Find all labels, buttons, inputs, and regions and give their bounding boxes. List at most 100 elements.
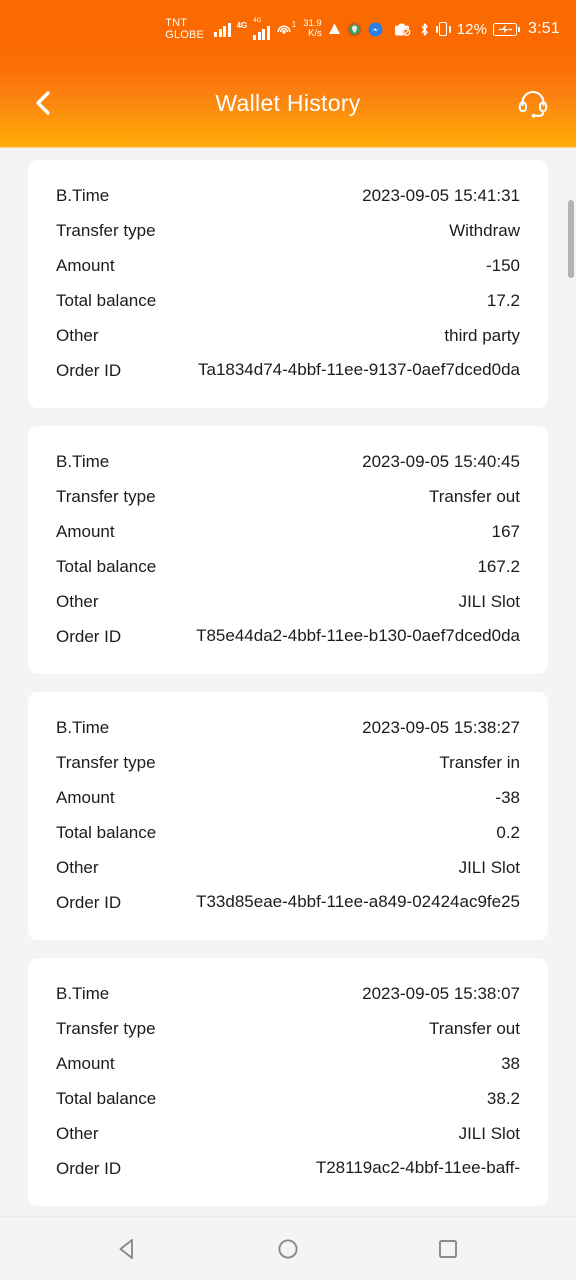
value-transfer-type: Transfer out xyxy=(428,487,520,506)
value-transfer-type: Transfer in xyxy=(439,753,520,772)
value-total-balance: 0.2 xyxy=(496,823,520,842)
label-amount: Amount xyxy=(56,1054,115,1073)
value-amount: -38 xyxy=(495,788,520,807)
clock-label: 3:51 xyxy=(528,20,560,37)
signal-bars-2-icon: 4G xyxy=(253,18,270,40)
status-bar-icons: 4G 4G 1 31.9 K/s 12% 3:51 xyxy=(214,18,560,40)
value-total-balance: 167.2 xyxy=(477,557,520,576)
row-b-time: B.Time 2023-09-05 15:41:31 xyxy=(56,178,520,213)
label-b-time: B.Time xyxy=(56,984,110,1003)
network-type-2-label: 4G xyxy=(253,18,262,24)
bluetooth-icon xyxy=(419,22,430,37)
value-other: third party xyxy=(444,326,520,345)
label-transfer-type: Transfer type xyxy=(56,487,156,506)
label-other: Other xyxy=(56,592,99,611)
row-transfer-type: Transfer type Transfer out xyxy=(56,479,520,514)
row-other: Other third party xyxy=(56,318,520,353)
value-b-time: 2023-09-05 15:38:07 xyxy=(362,984,520,1003)
label-total-balance: Total balance xyxy=(56,1089,157,1108)
transaction-cards: B.Time 2023-09-05 15:41:31 Transfer type… xyxy=(0,160,576,1206)
4g-plus-icon: 4G xyxy=(237,22,248,36)
network-type-label: 4G xyxy=(236,21,248,30)
value-order-id: T85e44da2-4bbf-11ee-b130-0aef7dced0da xyxy=(196,626,520,645)
value-transfer-type: Transfer out xyxy=(428,1019,520,1038)
value-total-balance: 17.2 xyxy=(486,291,520,310)
row-b-time: B.Time 2023-09-05 15:38:27 xyxy=(56,710,520,745)
row-order-id: Order ID T33d85eae-4bbf-11ee-a849-02424a… xyxy=(56,885,520,920)
app-header: TNT GLOBE 4G 4G 1 31.9 K/s 12% 3:51 Wall… xyxy=(0,0,576,148)
row-other: Other JILI Slot xyxy=(56,584,520,619)
row-total-balance: Total balance 167.2 xyxy=(56,549,520,584)
row-transfer-type: Transfer type Withdraw xyxy=(56,213,520,248)
transaction-card[interactable]: B.Time 2023-09-05 15:40:45 Transfer type… xyxy=(28,426,548,674)
vibrate-icon xyxy=(435,22,451,36)
messenger-icon xyxy=(368,22,383,37)
row-amount: Amount -38 xyxy=(56,780,520,815)
home-circle-icon xyxy=(278,1238,298,1259)
value-other: JILI Slot xyxy=(458,592,520,611)
customer-support-button[interactable] xyxy=(512,82,554,124)
row-other: Other JILI Slot xyxy=(56,1116,520,1151)
data-speed-icon: 31.9 K/s xyxy=(303,18,322,40)
label-order-id: Order ID xyxy=(56,361,122,380)
label-transfer-type: Transfer type xyxy=(56,1019,156,1038)
value-order-id: T33d85eae-4bbf-11ee-a849-02424ac9fe25 xyxy=(196,892,520,911)
wallet-history-screen: TNT GLOBE 4G 4G 1 31.9 K/s 12% 3:51 Wall… xyxy=(0,0,576,1280)
row-total-balance: Total balance 17.2 xyxy=(56,283,520,318)
carrier-label: TNT GLOBE xyxy=(165,16,205,42)
page-title: Wallet History xyxy=(215,89,361,116)
transaction-card[interactable]: B.Time 2023-09-05 15:38:27 Transfer type… xyxy=(28,692,548,940)
no-photo-icon xyxy=(394,22,413,37)
headset-icon xyxy=(518,91,548,118)
label-transfer-type: Transfer type xyxy=(56,753,156,772)
value-b-time: 2023-09-05 15:38:27 xyxy=(362,718,520,737)
label-order-id: Order ID xyxy=(56,627,122,646)
value-b-time: 2023-09-05 15:41:31 xyxy=(362,186,520,205)
value-b-time: 2023-09-05 15:40:45 xyxy=(362,452,520,471)
value-amount: 38 xyxy=(501,1054,520,1073)
row-total-balance: Total balance 0.2 xyxy=(56,815,520,850)
nav-back-button[interactable] xyxy=(100,1221,156,1277)
label-b-time: B.Time xyxy=(56,452,110,471)
row-b-time: B.Time 2023-09-05 15:38:07 xyxy=(56,976,520,1011)
back-button[interactable] xyxy=(22,82,64,124)
location-icon xyxy=(347,22,362,37)
row-order-id: Order ID T28119ac2-4bbf-11ee-baff- xyxy=(56,1151,520,1186)
title-bar: Wallet History xyxy=(0,58,576,148)
transaction-card[interactable]: B.Time 2023-09-05 15:38:07 Transfer type… xyxy=(28,958,548,1206)
back-triangle-icon xyxy=(119,1238,133,1259)
value-other: JILI Slot xyxy=(458,1124,520,1143)
transaction-card[interactable]: B.Time 2023-09-05 15:41:31 Transfer type… xyxy=(28,160,548,408)
value-amount: 167 xyxy=(491,522,520,541)
recents-square-icon xyxy=(439,1239,457,1258)
row-amount: Amount -150 xyxy=(56,248,520,283)
label-order-id: Order ID xyxy=(56,1159,122,1178)
nav-home-button[interactable] xyxy=(260,1221,316,1277)
battery-charging-icon xyxy=(493,22,521,36)
label-b-time: B.Time xyxy=(56,186,110,205)
hotspot-count-badge: 1 xyxy=(291,19,297,29)
label-amount: Amount xyxy=(56,522,115,541)
label-order-id: Order ID xyxy=(56,893,122,912)
label-other: Other xyxy=(56,326,99,345)
nav-recents-button[interactable] xyxy=(420,1221,476,1277)
chevron-left-icon xyxy=(36,91,50,115)
label-b-time: B.Time xyxy=(56,718,110,737)
label-other: Other xyxy=(56,1124,99,1143)
data-speed-unit: K/s xyxy=(307,28,322,39)
label-total-balance: Total balance xyxy=(56,291,157,310)
label-transfer-type: Transfer type xyxy=(56,221,156,240)
row-amount: Amount 167 xyxy=(56,514,520,549)
label-amount: Amount xyxy=(56,788,115,807)
row-order-id: Order ID Ta1834d74-4bbf-11ee-9137-0aef7d… xyxy=(56,353,520,388)
android-navigation-bar xyxy=(0,1216,576,1280)
label-total-balance: Total balance xyxy=(56,823,157,842)
transaction-list-scroll-area[interactable]: B.Time 2023-09-05 15:41:31 Transfer type… xyxy=(0,148,576,1216)
row-order-id: Order ID T85e44da2-4bbf-11ee-b130-0aef7d… xyxy=(56,619,520,654)
row-transfer-type: Transfer type Transfer out xyxy=(56,1011,520,1046)
row-transfer-type: Transfer type Transfer in xyxy=(56,745,520,780)
status-bar: TNT GLOBE 4G 4G 1 31.9 K/s 12% 3:51 xyxy=(0,0,576,58)
vertical-scrollbar-thumb[interactable] xyxy=(568,200,574,278)
value-order-id: T28119ac2-4bbf-11ee-baff- xyxy=(315,1158,520,1177)
row-amount: Amount 38 xyxy=(56,1046,520,1081)
